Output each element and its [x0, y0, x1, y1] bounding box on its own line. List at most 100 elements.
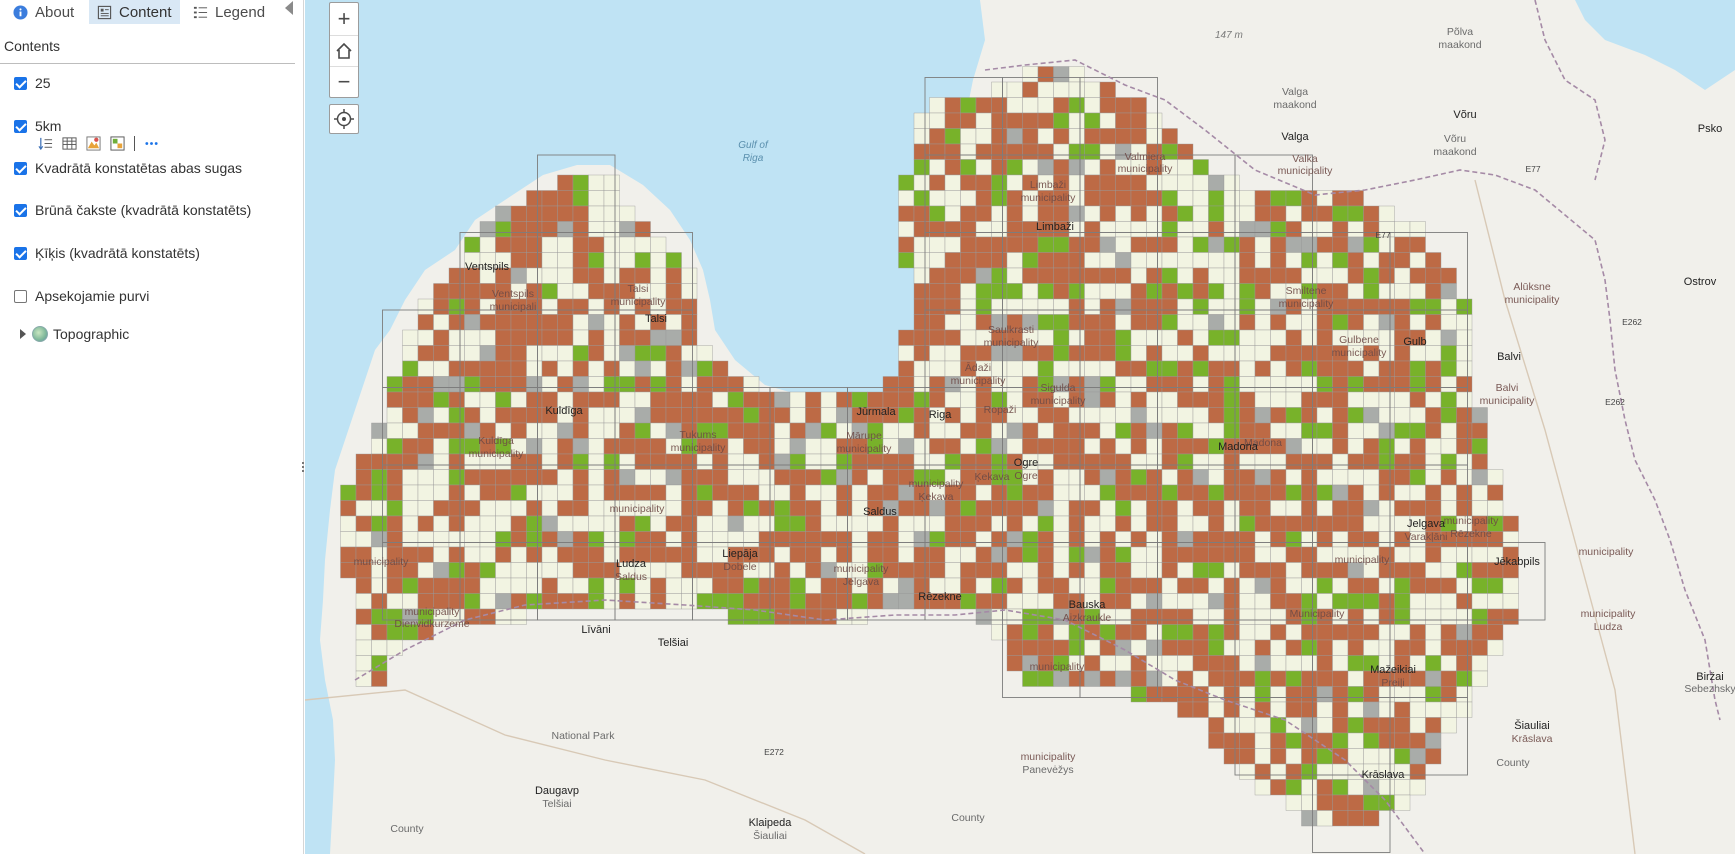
survey-square[interactable]	[588, 515, 605, 532]
survey-square[interactable]	[913, 407, 930, 424]
survey-square[interactable]	[712, 484, 729, 501]
survey-square[interactable]	[1146, 593, 1163, 610]
survey-square[interactable]	[557, 329, 574, 346]
survey-square[interactable]	[572, 221, 589, 238]
survey-square[interactable]	[1425, 732, 1442, 749]
survey-square[interactable]	[1099, 205, 1116, 222]
survey-square[interactable]	[448, 376, 465, 393]
survey-square[interactable]	[944, 283, 961, 300]
survey-square[interactable]	[1037, 267, 1054, 284]
survey-square[interactable]	[1456, 562, 1473, 579]
survey-square[interactable]	[836, 515, 853, 532]
survey-square[interactable]	[944, 112, 961, 129]
survey-square[interactable]	[789, 469, 806, 486]
survey-square[interactable]	[1394, 407, 1411, 424]
survey-square[interactable]	[1068, 670, 1085, 687]
survey-square[interactable]	[1254, 562, 1271, 579]
survey-square[interactable]	[991, 546, 1008, 563]
survey-square[interactable]	[495, 469, 512, 486]
survey-square[interactable]	[1363, 298, 1380, 315]
survey-square[interactable]	[355, 639, 372, 656]
survey-square[interactable]	[681, 391, 698, 408]
survey-square[interactable]	[836, 531, 853, 548]
survey-square[interactable]	[541, 221, 558, 238]
survey-square[interactable]	[1347, 639, 1364, 656]
survey-square[interactable]	[727, 422, 744, 439]
survey-square[interactable]	[1347, 810, 1364, 827]
survey-square[interactable]	[960, 174, 977, 191]
survey-square[interactable]	[1161, 655, 1178, 672]
survey-square[interactable]	[1037, 345, 1054, 362]
survey-square[interactable]	[572, 531, 589, 548]
survey-square[interactable]	[572, 500, 589, 517]
survey-square[interactable]	[898, 453, 915, 470]
survey-square[interactable]	[1208, 221, 1225, 238]
survey-square[interactable]	[1022, 236, 1039, 253]
survey-square[interactable]	[1177, 205, 1194, 222]
survey-square[interactable]	[743, 391, 760, 408]
survey-square[interactable]	[433, 562, 450, 579]
survey-square[interactable]	[1177, 236, 1194, 253]
survey-square[interactable]	[541, 500, 558, 517]
survey-square[interactable]	[1363, 453, 1380, 470]
survey-square[interactable]	[1254, 283, 1271, 300]
survey-square[interactable]	[572, 562, 589, 579]
survey-square[interactable]	[929, 236, 946, 253]
survey-square[interactable]	[960, 159, 977, 176]
survey-square[interactable]	[464, 484, 481, 501]
survey-square[interactable]	[758, 391, 775, 408]
survey-square[interactable]	[1115, 360, 1132, 377]
survey-square[interactable]	[1363, 531, 1380, 548]
survey-square[interactable]	[1440, 500, 1457, 517]
survey-square[interactable]	[1115, 484, 1132, 501]
survey-square[interactable]	[712, 453, 729, 470]
survey-square[interactable]	[991, 81, 1008, 98]
survey-square[interactable]	[944, 314, 961, 331]
survey-square[interactable]	[1146, 546, 1163, 563]
survey-square[interactable]	[1115, 174, 1132, 191]
survey-square[interactable]	[1115, 655, 1132, 672]
survey-square[interactable]	[1425, 360, 1442, 377]
survey-square[interactable]	[603, 376, 620, 393]
map-view[interactable]: Põlva maakond Valga maakond Võru Võru maakond P…	[305, 0, 1735, 854]
survey-square[interactable]	[1394, 546, 1411, 563]
survey-square[interactable]	[882, 453, 899, 470]
survey-square[interactable]	[944, 562, 961, 579]
survey-square[interactable]	[634, 267, 651, 284]
survey-square[interactable]	[1037, 360, 1054, 377]
survey-square[interactable]	[1254, 236, 1271, 253]
survey-square[interactable]	[557, 500, 574, 517]
survey-square[interactable]	[913, 546, 930, 563]
survey-square[interactable]	[1301, 360, 1318, 377]
survey-square[interactable]	[1502, 593, 1519, 610]
survey-square[interactable]	[634, 221, 651, 238]
survey-square[interactable]	[1037, 670, 1054, 687]
survey-square[interactable]	[1161, 298, 1178, 315]
survey-square[interactable]	[650, 345, 667, 362]
survey-square[interactable]	[1316, 484, 1333, 501]
survey-square[interactable]	[588, 360, 605, 377]
survey-square[interactable]	[1332, 283, 1349, 300]
survey-square[interactable]	[1285, 515, 1302, 532]
survey-square[interactable]	[1053, 407, 1070, 424]
survey-square[interactable]	[417, 298, 434, 315]
survey-square[interactable]	[1285, 190, 1302, 207]
survey-square[interactable]	[1254, 190, 1271, 207]
survey-square[interactable]	[1239, 500, 1256, 517]
survey-square[interactable]	[1099, 314, 1116, 331]
survey-square[interactable]	[1068, 546, 1085, 563]
survey-square[interactable]	[743, 531, 760, 548]
survey-square[interactable]	[1347, 701, 1364, 718]
survey-square[interactable]	[1006, 298, 1023, 315]
survey-square[interactable]	[1053, 469, 1070, 486]
survey-square[interactable]	[1425, 655, 1442, 672]
survey-square[interactable]	[882, 422, 899, 439]
survey-square[interactable]	[1084, 624, 1101, 641]
survey-square[interactable]	[1177, 624, 1194, 641]
survey-square[interactable]	[619, 391, 636, 408]
survey-square[interactable]	[820, 593, 837, 610]
survey-square[interactable]	[541, 283, 558, 300]
survey-square[interactable]	[1363, 283, 1380, 300]
layer-item-5km[interactable]: 5km	[14, 118, 61, 134]
survey-square[interactable]	[619, 360, 636, 377]
